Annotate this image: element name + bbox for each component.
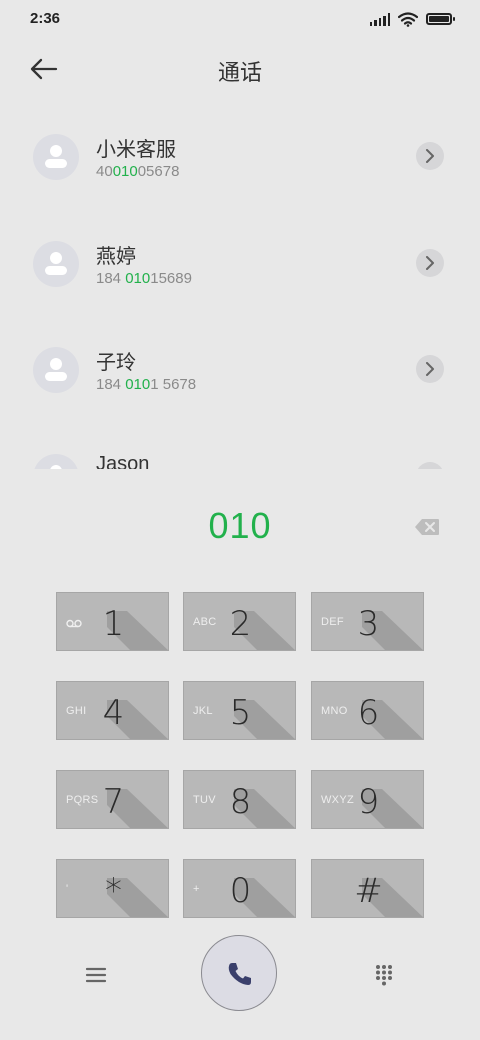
key-0[interactable]: +0 <box>183 859 296 918</box>
dialed-number: 010 <box>208 505 272 546</box>
chevron-right-icon <box>426 362 434 376</box>
contact-name: 燕婷 <box>96 246 136 268</box>
key-digit: 4 <box>102 693 125 733</box>
contact-item[interactable]: 燕婷 184 01015689 <box>0 211 480 311</box>
key-digit: * <box>105 871 122 911</box>
key-9[interactable]: WXYZ 9 <box>311 770 424 829</box>
contact-detail-button[interactable] <box>416 249 444 277</box>
phone-icon <box>228 963 251 985</box>
battery-icon <box>426 13 455 25</box>
avatar <box>33 454 79 469</box>
status-bar: 2:36 <box>0 0 480 38</box>
contact-name: Jason <box>96 453 150 469</box>
match-highlight: 010 <box>112 163 138 180</box>
key-star[interactable]: ' * <box>56 859 169 918</box>
call-button[interactable] <box>201 935 277 1011</box>
status-time: 2:36 <box>30 10 61 27</box>
contact-detail-button[interactable] <box>416 142 444 170</box>
avatar <box>33 347 79 393</box>
match-highlight: 010 <box>125 376 151 393</box>
key-digit: 2 <box>229 604 252 644</box>
chevron-right-icon <box>426 256 434 270</box>
contact-number: 184 0101 5678 <box>96 376 197 393</box>
contact-detail-button[interactable] <box>416 462 444 469</box>
header: 通话 <box>0 38 480 102</box>
backspace-icon <box>415 519 439 535</box>
contact-name: 子玲 <box>96 352 136 374</box>
status-icons <box>369 11 455 27</box>
key-digit: 7 <box>102 782 125 822</box>
signal-icon <box>369 12 390 26</box>
dialpad-icon <box>376 965 392 986</box>
contact-name: 小米客服 <box>96 139 176 161</box>
contact-number: 4001005678 <box>96 163 180 180</box>
key-digit: 8 <box>229 782 252 822</box>
chevron-right-icon <box>426 149 434 163</box>
menu-button[interactable] <box>85 966 107 984</box>
key-digit: 3 <box>357 604 380 644</box>
contact-item[interactable]: 子玲 184 0101 5678 <box>0 317 480 417</box>
bottom-bar <box>0 930 480 1020</box>
backspace-button[interactable] <box>414 518 440 536</box>
wifi-icon <box>398 11 418 27</box>
contact-item[interactable]: Jason <box>0 424 480 469</box>
key-5[interactable]: JKL 5 <box>183 681 296 740</box>
key-hash[interactable]: # <box>311 859 424 918</box>
avatar <box>33 241 79 287</box>
keypad: 1 ABC 2 DEF 3 GHI 4 JKL 5 MNO 6 PQRS 7 TUV 8 WXYZ 9 ' * +0 # <box>56 592 424 918</box>
contact-item[interactable]: 小米客服 4001005678 <box>0 104 480 204</box>
avatar <box>33 134 79 180</box>
contact-detail-button[interactable] <box>416 355 444 383</box>
menu-icon <box>85 967 107 983</box>
match-highlight: 010 <box>125 270 151 287</box>
key-digit: 6 <box>357 693 380 733</box>
page-title: 通话 <box>217 60 262 85</box>
key-3[interactable]: DEF 3 <box>311 592 424 651</box>
key-6[interactable]: MNO 6 <box>311 681 424 740</box>
key-8[interactable]: TUV 8 <box>183 770 296 829</box>
key-7[interactable]: PQRS 7 <box>56 770 169 829</box>
key-digit: 5 <box>229 693 252 733</box>
key-digit: 0 <box>229 871 252 911</box>
key-digit: 9 <box>357 782 380 822</box>
dialpad-button[interactable] <box>375 964 393 986</box>
key-1[interactable]: 1 <box>56 592 169 651</box>
key-digit: # <box>354 871 383 911</box>
contact-number: 184 01015689 <box>96 270 192 287</box>
key-4[interactable]: GHI 4 <box>56 681 169 740</box>
key-2[interactable]: ABC 2 <box>183 592 296 651</box>
contact-list: 小米客服 4001005678 燕婷 184 01015689 子玲 184 0… <box>0 104 480 469</box>
key-digit: 1 <box>102 604 125 644</box>
